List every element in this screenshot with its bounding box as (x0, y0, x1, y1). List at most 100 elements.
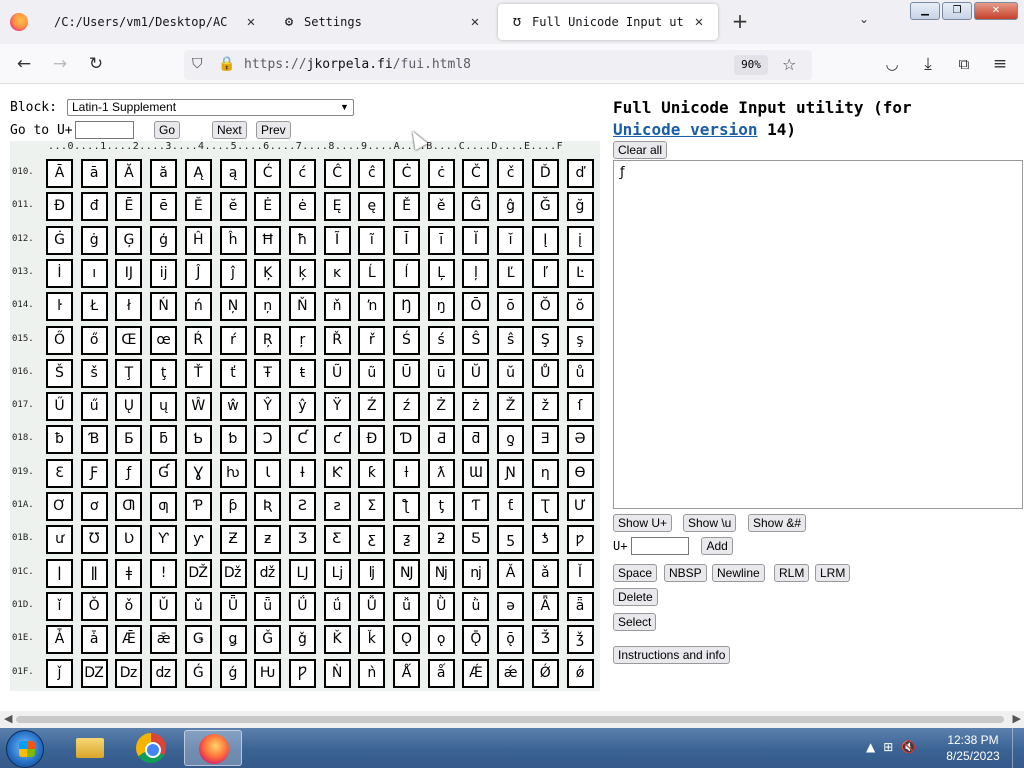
character-cell[interactable]: ū (427, 358, 455, 388)
character-cell[interactable]: ċ (427, 159, 455, 188)
character-cell[interactable]: Ʈ (531, 492, 559, 521)
character-cell[interactable]: ǡ (80, 625, 108, 655)
character-cell[interactable]: Ň (288, 292, 316, 322)
character-cell[interactable]: Ǿ (531, 658, 559, 688)
character-cell[interactable]: ő (80, 325, 108, 355)
character-cell[interactable]: Ǳ (80, 658, 108, 688)
character-cell[interactable]: ľ (531, 258, 559, 288)
close-icon[interactable]: ✕ (690, 14, 708, 30)
character-cell[interactable]: Ŵ (184, 392, 212, 422)
character-cell[interactable]: ř (358, 325, 386, 355)
url-text[interactable]: https://jkorpela.fi/fui.html8 (244, 57, 471, 72)
character-cell[interactable]: Ƣ (115, 492, 143, 521)
character-cell[interactable]: Ǫ (393, 625, 420, 655)
character-cell[interactable]: ǜ (462, 591, 490, 621)
scroll-right-icon[interactable]: ▶ (1013, 712, 1021, 725)
character-cell[interactable]: ƹ (358, 525, 386, 555)
character-cell[interactable]: Ŝ (462, 325, 490, 355)
character-cell[interactable]: Đ (46, 192, 73, 222)
character-cell[interactable]: ƚ (393, 458, 420, 488)
character-cell[interactable]: Ņ (219, 292, 247, 322)
character-cell[interactable]: ĭ (497, 225, 525, 255)
character-cell[interactable]: Ƈ (288, 425, 316, 455)
character-cell[interactable]: Ǯ (531, 625, 559, 655)
character-cell[interactable]: ǅ (219, 558, 247, 588)
character-cell[interactable]: Ţ (115, 358, 143, 388)
character-cell[interactable]: ŉ (358, 292, 386, 322)
character-cell[interactable]: Ʃ (358, 492, 386, 521)
character-cell[interactable]: Ĵ (184, 258, 212, 288)
show-u-escape-button[interactable]: Show \u (683, 514, 737, 532)
character-cell[interactable]: Ī (393, 225, 420, 255)
character-cell[interactable]: ư (46, 525, 73, 555)
new-tab-icon[interactable]: + (728, 10, 752, 34)
character-cell[interactable]: Ō (462, 292, 490, 322)
character-cell[interactable]: Ǡ (46, 625, 73, 655)
character-cell[interactable]: Ź (358, 392, 386, 422)
character-cell[interactable]: Ĥ (184, 225, 212, 255)
menu-icon[interactable]: ≡ (988, 52, 1012, 76)
character-cell[interactable]: Ɔ (254, 425, 282, 455)
character-cell[interactable]: ğ (566, 192, 594, 222)
character-cell[interactable]: ǉ (358, 558, 386, 588)
character-cell[interactable]: Ġ (46, 225, 73, 255)
character-cell[interactable]: ƨ (323, 492, 351, 521)
character-cell[interactable]: Ǌ (393, 558, 420, 588)
character-cell[interactable]: Ƙ (323, 458, 351, 488)
character-cell[interactable]: ĵ (219, 258, 247, 288)
character-cell[interactable]: Č (462, 159, 490, 188)
character-cell[interactable]: Ĭ (462, 225, 490, 255)
character-cell[interactable]: ǥ (219, 625, 247, 655)
character-cell[interactable]: ƫ (427, 492, 455, 521)
character-cell[interactable]: Š (46, 358, 73, 388)
tab-local-file[interactable]: /C:/Users/vm1/Desktop/AC ✕ (44, 4, 270, 40)
close-icon[interactable]: ✕ (466, 14, 484, 30)
character-cell[interactable]: Ɲ (497, 458, 525, 488)
character-cell[interactable]: Ƕ (254, 658, 282, 688)
character-cell[interactable]: Ɵ (566, 458, 594, 488)
character-cell[interactable]: ŕ (219, 325, 247, 355)
character-cell[interactable]: ń (184, 292, 212, 322)
character-cell[interactable]: Ŕ (184, 325, 212, 355)
output-textarea[interactable]: ƒ (613, 160, 1023, 509)
firefox-taskbar-icon[interactable] (184, 730, 242, 766)
character-cell[interactable]: Ǉ (288, 558, 316, 588)
character-cell[interactable]: Ɯ (462, 458, 490, 488)
character-cell[interactable]: ǵ (219, 658, 247, 688)
character-cell[interactable]: Ǚ (358, 591, 386, 621)
character-cell[interactable]: Ů (531, 358, 559, 388)
character-cell[interactable]: Ǐ (566, 558, 594, 588)
character-cell[interactable]: Ķ (254, 258, 282, 288)
character-cell[interactable]: ŧ (288, 358, 316, 388)
character-cell[interactable]: Ė (254, 192, 282, 222)
goto-input[interactable] (74, 121, 134, 139)
character-cell[interactable]: Ơ (46, 492, 73, 521)
show-desktop-button[interactable] (1012, 728, 1024, 768)
character-cell[interactable]: ſ (566, 392, 594, 422)
character-cell[interactable]: ŝ (497, 325, 525, 355)
character-cell[interactable]: ƭ (497, 492, 525, 521)
character-cell[interactable]: Ě (393, 192, 420, 222)
tab-settings[interactable]: ⚙ Settings ✕ (270, 4, 494, 40)
character-cell[interactable]: ž (531, 392, 559, 422)
character-cell[interactable]: ǈ (323, 558, 351, 588)
rlm-button[interactable]: RLM (774, 564, 810, 582)
character-cell[interactable]: Ŗ (254, 325, 282, 355)
instructions-button[interactable]: Instructions and info (613, 646, 731, 664)
character-cell[interactable]: Ū (393, 358, 420, 388)
character-cell[interactable]: ŋ (427, 292, 455, 322)
character-cell[interactable]: ĳ (150, 258, 178, 288)
character-cell[interactable]: Œ (115, 325, 143, 355)
character-cell[interactable]: Ŀ (566, 258, 594, 288)
character-cell[interactable]: Ÿ (323, 392, 351, 422)
character-cell[interactable]: đ (80, 192, 108, 222)
horizontal-scrollbar[interactable]: ◀ ▶ (0, 711, 1024, 728)
character-cell[interactable]: Ų (115, 392, 143, 422)
character-cell[interactable]: ƌ (462, 425, 490, 455)
tab-unicode-input[interactable]: ʊ Full Unicode Input ut ✕ (498, 4, 718, 40)
character-cell[interactable]: Ư (566, 492, 594, 521)
character-cell[interactable]: ŭ (497, 358, 525, 388)
character-cell[interactable]: Ɛ (46, 458, 73, 488)
character-cell[interactable]: ƽ (497, 525, 525, 555)
character-cell[interactable]: ŷ (288, 392, 316, 422)
